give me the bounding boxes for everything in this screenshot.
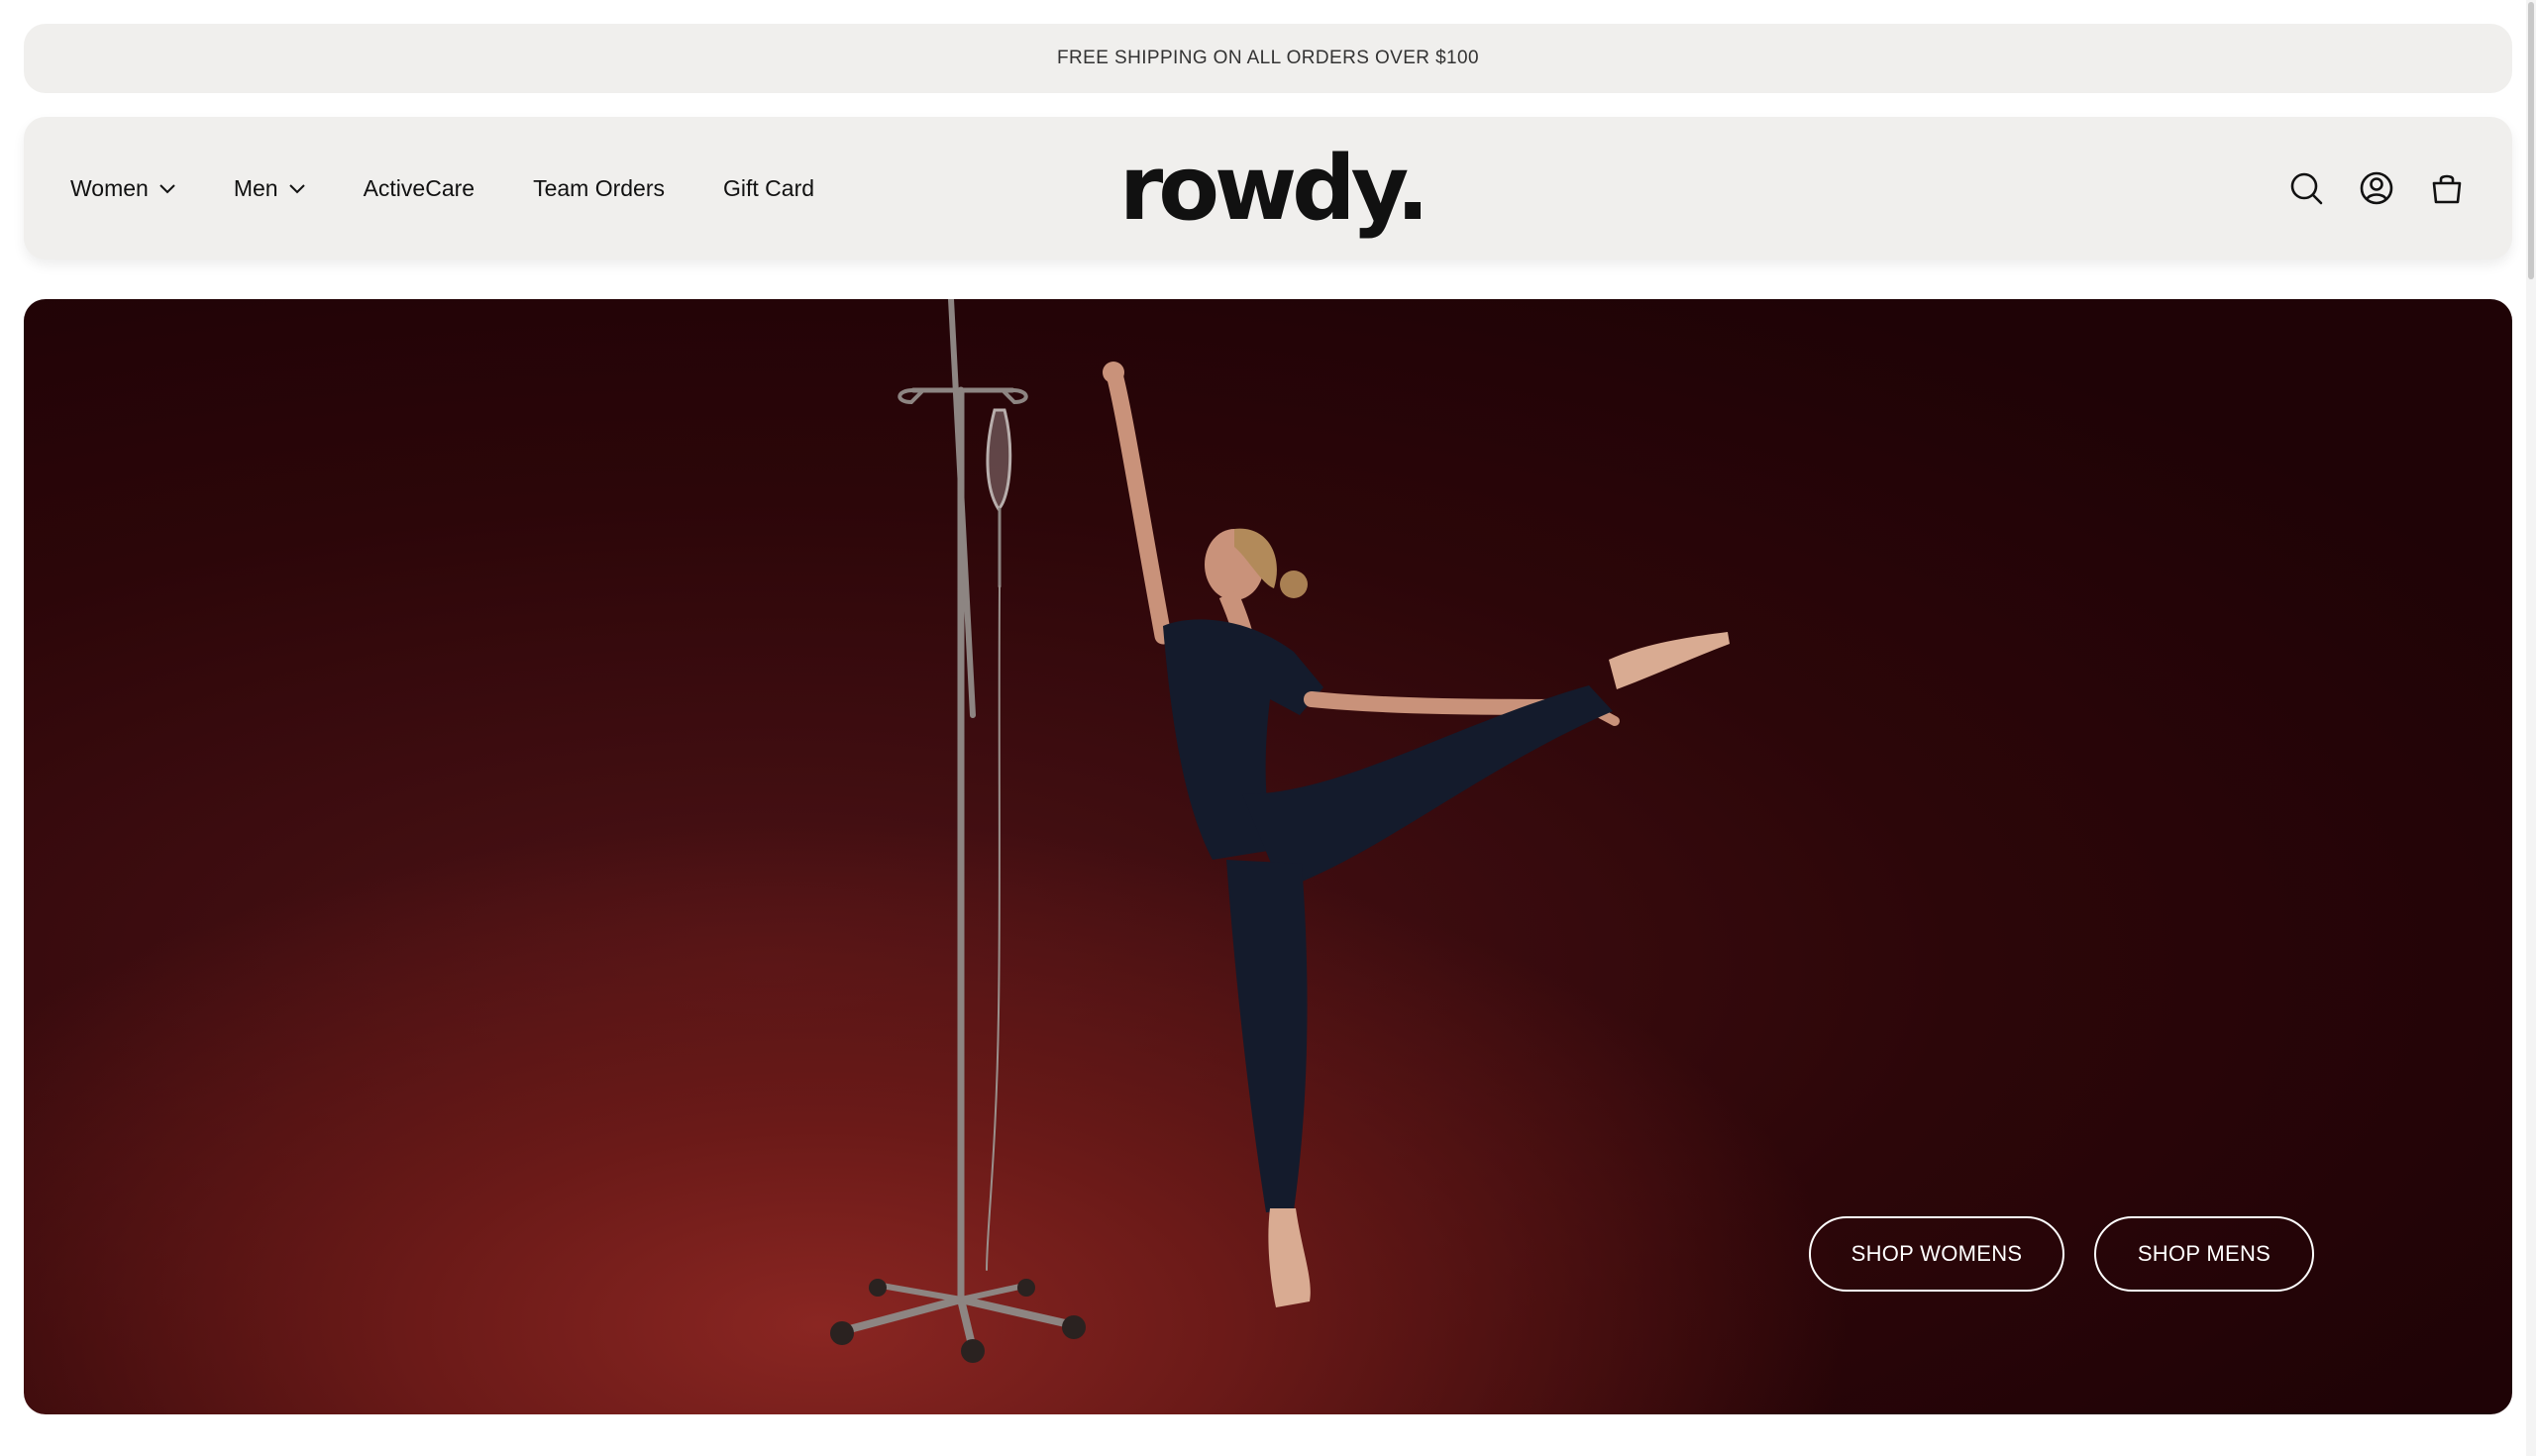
chevron-down-icon: [288, 184, 305, 194]
cart-button[interactable]: [2427, 168, 2467, 208]
nav-item-team-orders[interactable]: Team Orders: [533, 175, 665, 202]
shop-womens-label: SHOP WOMENS: [1850, 1241, 2023, 1266]
account-button[interactable]: [2357, 168, 2396, 208]
brand-logo[interactable]: rowdy.: [1119, 137, 1429, 241]
logo-text: rowdy.: [1118, 136, 1429, 241]
shop-mens-button[interactable]: SHOP MENS: [2094, 1216, 2314, 1292]
announcement-bar: FREE SHIPPING ON ALL ORDERS OVER $100: [24, 24, 2512, 93]
scrollbar-thumb[interactable]: [2528, 2, 2534, 279]
shop-womens-button[interactable]: SHOP WOMENS: [1809, 1216, 2064, 1292]
shop-mens-label: SHOP MENS: [2137, 1241, 2272, 1266]
nav-item-label: Gift Card: [723, 174, 815, 201]
nav-item-activecare[interactable]: ActiveCare: [364, 175, 475, 202]
page-scrollbar[interactable]: [2526, 0, 2536, 1456]
site-header: Women Men ActiveCare Team Orders Gift Ca…: [24, 117, 2512, 260]
chevron-down-icon: [159, 184, 175, 194]
iv-pole: [838, 299, 1078, 1353]
account-icon: [2360, 171, 2393, 205]
announcement-text: FREE SHIPPING ON ALL ORDERS OVER $100: [1057, 48, 1479, 68]
hero-banner: SHOP WOMENS SHOP MENS: [24, 299, 2512, 1414]
search-button[interactable]: [2286, 168, 2326, 208]
search-icon: [2290, 172, 2323, 205]
nav-item-gift-card[interactable]: Gift Card: [723, 175, 814, 202]
nav-item-label: Men: [233, 174, 278, 201]
nav-item-women[interactable]: Women: [70, 175, 175, 202]
header-icons: [2256, 117, 2467, 260]
cart-icon: [2432, 174, 2462, 204]
nav-item-men[interactable]: Men: [234, 175, 305, 202]
ballerina: [1103, 362, 1730, 1307]
main-nav: Women Men ActiveCare Team Orders Gift Ca…: [70, 117, 873, 260]
nav-item-label: Women: [70, 174, 149, 201]
nav-item-label: Team Orders: [533, 174, 665, 201]
nav-item-label: ActiveCare: [363, 174, 476, 201]
